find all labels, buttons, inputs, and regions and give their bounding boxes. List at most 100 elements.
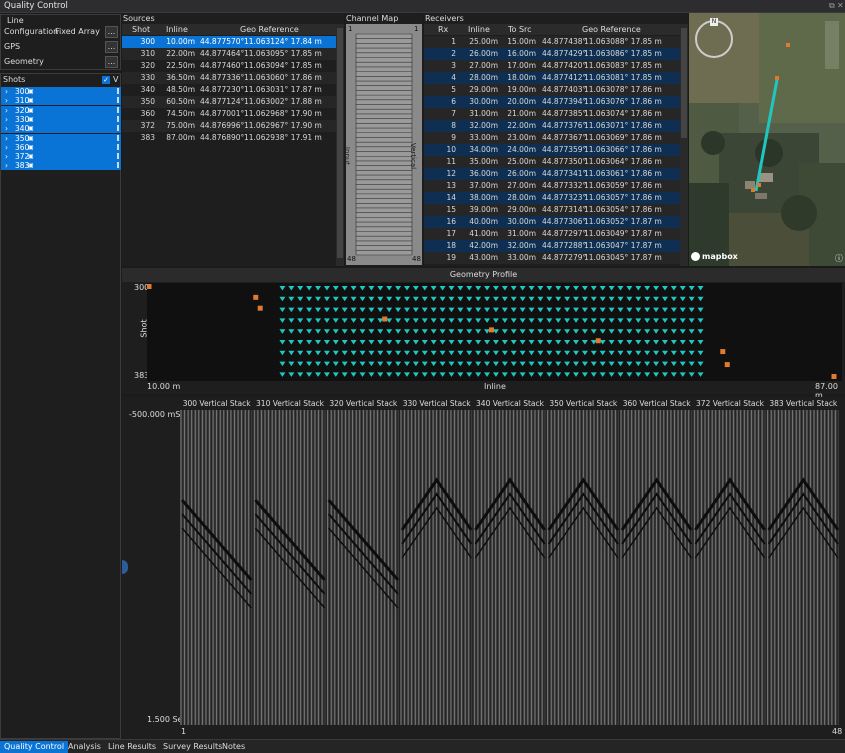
expand-arrow-icon[interactable]: › (5, 106, 8, 115)
sources-row[interactable]: 310 22.00m 44.877464° 11.063095° 17.85 m (122, 48, 336, 60)
sources-row[interactable]: 360 74.50m 44.877001° 11.062968° 17.90 m (122, 108, 336, 120)
shot-list-item[interactable]: › 383 ▣ (1, 161, 121, 171)
receiver-marker (421, 329, 428, 334)
receiver-marker (288, 286, 295, 291)
shot-list-item[interactable]: › 330 ▣ (1, 114, 121, 124)
receivers-row[interactable]: 4 28.00m 18.00m 44.877412° 11.063081° 17.85 … (424, 72, 680, 84)
receivers-row[interactable]: 3 27.00m 17.00m 44.877420° 11.063083° 17.85 … (424, 60, 680, 72)
shot-list-item[interactable]: › 350 ▣ (1, 133, 121, 143)
map-compass[interactable]: N (695, 18, 733, 58)
expand-arrow-icon[interactable]: › (5, 161, 8, 170)
geometry-browse-button[interactable]: ... (105, 56, 118, 68)
close-icon[interactable]: ✕ (837, 1, 844, 10)
map-view[interactable]: N mapbox ⓘ (689, 13, 845, 266)
sources-row[interactable]: 300 10.00m 44.877570° 11.063124° 17.84 m (122, 36, 336, 48)
shot-list-item[interactable]: › 340 ▣ (1, 124, 121, 134)
sources-scrollbar[interactable] (336, 24, 344, 266)
receivers-row[interactable]: 6 30.00m 20.00m 44.877394° 11.063076° 17.86 … (424, 96, 680, 108)
receiver-marker (341, 286, 348, 291)
shot-list-item[interactable]: › 310 ▣ (1, 96, 121, 106)
receiver-marker (626, 296, 633, 302)
tab-analysis[interactable]: Analysis (64, 741, 105, 753)
receivers-cell: 44.877341° (542, 169, 587, 178)
sources-col-inline[interactable]: Inline (166, 25, 188, 34)
expand-arrow-icon[interactable]: › (5, 143, 8, 152)
receiver-marker (315, 361, 322, 367)
sources-cell: 372 (140, 121, 155, 130)
receivers-row[interactable]: 14 38.00m 28.00m 44.877323° 11.063057° 17.86… (424, 192, 680, 204)
receiver-marker (635, 286, 642, 291)
receivers-cell: 11.063064° 17.86 m (584, 157, 662, 166)
vertical-stack-plot[interactable] (180, 410, 840, 725)
configuration-value[interactable]: Fixed Array (55, 27, 100, 36)
receivers-col-georef[interactable]: Geo Reference (582, 25, 641, 34)
receiver-marker (599, 318, 606, 323)
sources-row[interactable]: 372 75.00m 44.876996° 11.062967° 17.90 m (122, 120, 336, 132)
receivers-row[interactable]: 7 31.00m 21.00m 44.877385° 11.063074° 17.86 … (424, 108, 680, 120)
restore-icon[interactable]: ⧉ (829, 1, 835, 11)
receiver-marker (555, 296, 562, 302)
receivers-row[interactable]: 11 35.00m 25.00m 44.877350° 11.063064° 17.86… (424, 156, 680, 168)
receivers-row[interactable]: 5 29.00m 19.00m 44.877403° 11.063078° 17.86 … (424, 84, 680, 96)
tab-quality-control[interactable]: Quality Control (0, 741, 69, 753)
receivers-cell: 42.00m (469, 241, 498, 250)
shot-list-item[interactable]: › 300 ▣ (1, 87, 121, 96)
title-bar: Quality Control ⧉ ✕ (0, 0, 845, 13)
receivers-col-inline[interactable]: Inline (468, 25, 490, 34)
expand-arrow-icon[interactable]: › (5, 96, 8, 105)
receivers-row[interactable]: 15 39.00m 29.00m 44.877314° 11.063054° 17.86… (424, 204, 680, 216)
sources-row[interactable]: 383 87.00m 44.876890° 11.062938° 17.91 m (122, 132, 336, 144)
receivers-row[interactable]: 13 37.00m 27.00m 44.877332° 11.063059° 17.86… (424, 180, 680, 192)
receivers-row[interactable]: 1 25.00m 15.00m 44.877438° 11.063088° 17.85 … (424, 36, 680, 48)
receivers-row[interactable]: 19 43.00m 33.00m 44.877279° 11.063045° 17.87… (424, 252, 680, 264)
sources-row[interactable]: 340 48.50m 44.877230° 11.063031° 17.87 m (122, 84, 336, 96)
expand-arrow-icon[interactable]: › (5, 152, 8, 161)
receivers-row[interactable]: 10 34.00m 24.00m 44.877359° 11.063066° 17.86… (424, 144, 680, 156)
receivers-col-rx[interactable]: Rx (438, 25, 448, 34)
receivers-row[interactable]: 2 26.00m 16.00m 44.877429° 11.063086° 17.85 … (424, 48, 680, 60)
expand-arrow-icon[interactable]: › (5, 115, 8, 124)
receiver-marker (306, 318, 313, 323)
sources-row[interactable]: 350 60.50m 44.877124° 11.063002° 17.88 m (122, 96, 336, 108)
shot-list-item[interactable]: › 320 ▣ (1, 105, 121, 115)
receivers-row[interactable]: 17 41.00m 31.00m 44.877297° 11.063049° 17.87… (424, 228, 680, 240)
side-panel-toggle[interactable] (122, 560, 128, 574)
gps-browse-button[interactable]: ... (105, 41, 118, 53)
expand-arrow-icon[interactable]: › (5, 134, 8, 143)
receiver-marker (661, 361, 668, 367)
tab-survey-results[interactable]: Survey Results (159, 741, 226, 753)
receiver-marker (448, 350, 455, 356)
receiver-marker (564, 307, 571, 313)
shot-list-item[interactable]: › 372 ▣ (1, 152, 121, 162)
receiver-marker (590, 372, 597, 377)
expand-arrow-icon[interactable]: › (5, 87, 8, 96)
tab-line-results[interactable]: Line Results (104, 741, 160, 753)
receiver-marker (644, 340, 651, 345)
receiver-marker (466, 318, 473, 323)
expand-arrow-icon[interactable]: › (5, 124, 8, 133)
sources-col-georef[interactable]: Geo Reference (240, 25, 299, 34)
receivers-scrollbar[interactable] (680, 24, 688, 266)
receivers-row[interactable]: 8 32.00m 22.00m 44.877376° 11.063071° 17.86 … (424, 120, 680, 132)
sources-col-shot[interactable]: Shot (132, 25, 150, 34)
receivers-row[interactable]: 16 40.00m 30.00m 44.877306° 11.063052° 17.87… (424, 216, 680, 228)
sources-row[interactable]: 320 22.50m 44.877460° 11.063094° 17.85 m (122, 60, 336, 72)
receiver-marker (653, 296, 660, 302)
configuration-browse-button[interactable]: ... (105, 26, 118, 38)
receiver-marker (359, 329, 366, 334)
geometry-profile-plot[interactable] (147, 283, 842, 381)
receiver-marker (403, 340, 410, 345)
tab-notes[interactable]: Notes (218, 741, 249, 753)
map-zoom-controls[interactable] (825, 21, 839, 69)
receivers-row[interactable]: 18 42.00m 32.00m 44.877288° 11.063047° 17.87… (424, 240, 680, 252)
sources-row[interactable]: 330 36.50m 44.877336° 11.063060° 17.86 m (122, 72, 336, 84)
shots-visible-checkbox[interactable]: ✓ (102, 76, 110, 84)
receivers-col-tosrc[interactable]: To Src (508, 25, 532, 34)
receivers-row[interactable]: 9 33.00m 23.00m 44.877367° 11.063069° 17.86 … (424, 132, 680, 144)
map-info-icon[interactable]: ⓘ (835, 253, 843, 264)
shot-list-item[interactable]: › 360 ▣ (1, 142, 121, 152)
receivers-row[interactable]: 12 36.00m 26.00m 44.877341° 11.063061° 17.86… (424, 168, 680, 180)
mapbox-logo-icon (691, 252, 700, 261)
receiver-marker (386, 286, 393, 291)
receivers-cell: 11.063074° 17.86 m (584, 109, 662, 118)
